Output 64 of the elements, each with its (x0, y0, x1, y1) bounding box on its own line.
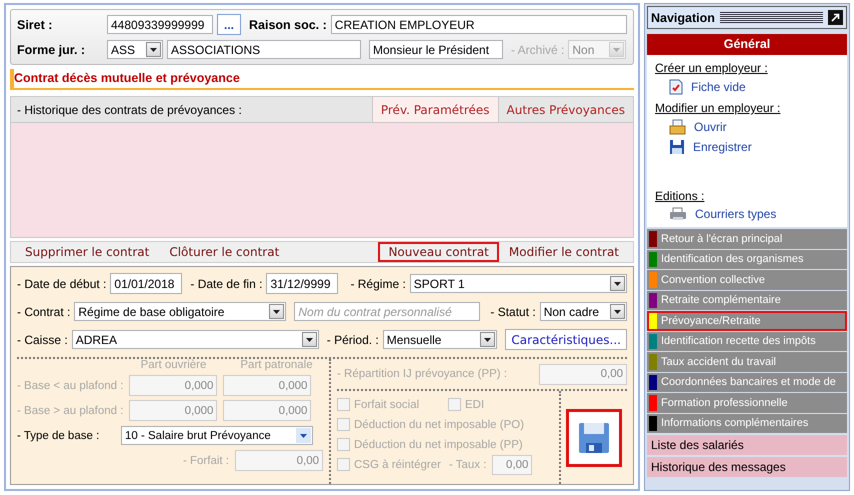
history-label: - Historique des contrats de prévoyances : (16, 102, 243, 119)
checkbox-label: Déduction du net imposable (PO) (354, 418, 524, 430)
field-label: Forme jur. : (17, 42, 86, 56)
save-button[interactable] (566, 408, 622, 466)
navigation-link[interactable]: Enregistrer (693, 140, 752, 154)
group-heading: Editions : (655, 189, 706, 203)
field-label: - Forfait : (182, 454, 229, 466)
field-label: - Périod. : (326, 332, 379, 346)
field-label: - Taux : (448, 458, 486, 470)
field-label: - Contrat : (17, 304, 70, 318)
field-label: - Base > au plafond : (17, 404, 124, 416)
field-label: - Statut : (490, 304, 536, 318)
contract-dropdown[interactable]: Régime de base obligatoire (74, 302, 286, 321)
column-header: Part ouvrière (140, 359, 208, 371)
column-header: Part patronale (239, 359, 314, 371)
custom-contract-name-field[interactable]: Nom du contrat personnalisé (294, 302, 480, 321)
field-label: - Archivé : (511, 42, 564, 56)
navigation-link[interactable]: Ouvrir (694, 120, 727, 134)
field-label: Raison soc. : (249, 18, 327, 32)
field-label: - Date de fin : (190, 276, 262, 290)
characteristics-button[interactable]: Caractéristiques... (505, 329, 627, 350)
period-dropdown[interactable]: Mensuelle (382, 330, 498, 349)
fund-dropdown[interactable]: ADREA (72, 330, 319, 349)
base-type-dropdown[interactable]: 10 - Salaire brut Prévoyance (121, 426, 313, 445)
field-label: - Répartition IJ prévoyance (PP) : (337, 368, 508, 380)
field-label: - Type de base : (17, 430, 100, 442)
action-link[interactable]: Modifier le contrat (498, 242, 629, 262)
navigation-link[interactable]: Courriers types (695, 207, 776, 221)
field-label: - Date de début : (17, 276, 106, 290)
start-date-field[interactable]: 01/01/2018 (110, 273, 182, 294)
end-date-field[interactable]: 31/12/9999 (266, 273, 338, 294)
checkbox-label: EDI (465, 398, 484, 410)
grip-icon (720, 12, 823, 23)
siret-field[interactable]: 44809339999999 (107, 15, 213, 34)
field-label: - Base < au plafond : (17, 380, 124, 392)
regime-dropdown[interactable]: SPORT 1 (410, 274, 627, 293)
legal-form-field[interactable]: ASSOCIATIONS (167, 40, 361, 59)
panel-title: Navigation (651, 10, 715, 24)
folder-icon (669, 119, 686, 135)
action-link[interactable]: Supprimer le contrat (15, 242, 160, 262)
navigation-item[interactable]: Historique des messages (647, 457, 847, 477)
tab[interactable]: Prév. Paramétrées (372, 97, 498, 122)
action-link[interactable]: Clôturer le contrat (159, 242, 290, 262)
checkbox-label: Forfait social (354, 398, 420, 410)
document-icon (669, 79, 683, 95)
field-label: - Régime : (350, 276, 406, 290)
navigation-link[interactable]: Fiche vide (691, 80, 746, 94)
field-label: - Caisse : (17, 332, 68, 346)
representative-field[interactable]: Monsieur le Président (369, 40, 503, 59)
group-heading: Modifier un employeur : (655, 101, 782, 115)
checkbox-label: CSG à réintégrer (354, 458, 441, 470)
pop-out-icon[interactable] (828, 10, 843, 25)
navigation-item[interactable]: Liste des salariés (647, 435, 847, 455)
section-title: Contrat décès mutuelle et prévoyance (10, 69, 634, 90)
status-dropdown[interactable]: Non cadre (540, 302, 627, 321)
field-label: Siret : (17, 18, 54, 32)
group-heading: Créer un employeur : (655, 61, 769, 75)
checkbox-label: Déduction du net imposable (PP) (354, 438, 523, 450)
action-link[interactable]: Nouveau contrat (378, 242, 499, 262)
printer-icon (669, 207, 687, 221)
company-name-field[interactable]: CREATION EMPLOYEUR (330, 15, 627, 34)
section-header: Général (647, 34, 847, 55)
legal-form-dropdown[interactable]: ASS (107, 40, 163, 59)
browse-button[interactable]: ... (217, 14, 241, 35)
